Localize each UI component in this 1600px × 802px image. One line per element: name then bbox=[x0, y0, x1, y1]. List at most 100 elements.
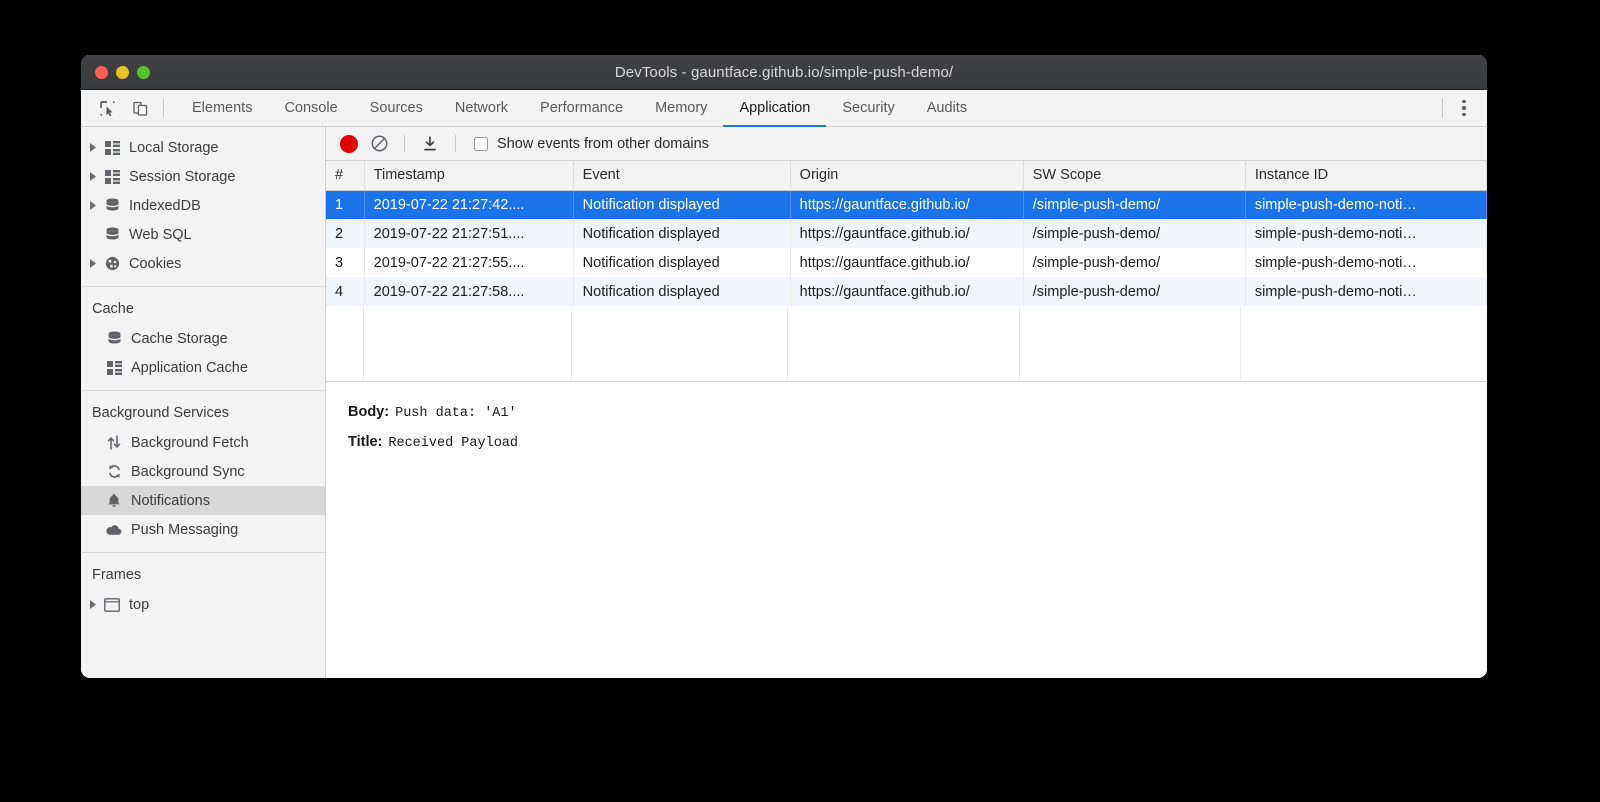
kebab-menu-icon[interactable] bbox=[1455, 98, 1473, 118]
expand-arrow-icon[interactable] bbox=[85, 201, 101, 210]
sidebar-item-cache-storage[interactable]: Cache Storage bbox=[81, 324, 325, 353]
frame-icon bbox=[101, 598, 123, 612]
tab-label: Performance bbox=[540, 100, 623, 116]
tab-network[interactable]: Network bbox=[439, 90, 524, 126]
application-sidebar: Local Storage Session Storage bbox=[81, 127, 326, 678]
tab-label: Memory bbox=[655, 100, 707, 116]
cell-index: 3 bbox=[326, 248, 364, 277]
show-other-domains-checkbox[interactable] bbox=[474, 137, 488, 151]
cell-event: Notification displayed bbox=[573, 219, 790, 248]
panel-tabs: Elements Console Sources Network Perform… bbox=[164, 90, 1442, 126]
events-table: # Timestamp Event Origin SW Scope Instan… bbox=[326, 161, 1487, 306]
sidebar-item-label: Cookies bbox=[129, 256, 181, 272]
minimize-button[interactable] bbox=[116, 66, 129, 79]
toolbar-divider bbox=[404, 135, 405, 152]
sidebar-item-label: Cache Storage bbox=[131, 331, 228, 347]
empty-col-origin bbox=[788, 306, 1020, 381]
bell-icon bbox=[103, 493, 125, 508]
tabbar-right-divider bbox=[1442, 98, 1443, 118]
detail-value-title: Received Payload bbox=[388, 436, 518, 451]
cell-origin: https://gauntface.github.io/ bbox=[790, 219, 1023, 248]
up-down-arrows-icon bbox=[103, 435, 125, 450]
column-header-event[interactable]: Event bbox=[573, 161, 790, 190]
expand-arrow-icon[interactable] bbox=[85, 172, 101, 181]
tab-console[interactable]: Console bbox=[268, 90, 353, 126]
cell-event: Notification displayed bbox=[573, 277, 790, 306]
table-storage-icon bbox=[103, 361, 125, 375]
sidebar-item-session-storage[interactable]: Session Storage bbox=[81, 162, 325, 191]
cell-timestamp: 2019-07-22 21:27:51.... bbox=[364, 219, 573, 248]
tab-label: Elements bbox=[192, 100, 252, 116]
events-table-header-row: # Timestamp Event Origin SW Scope Instan… bbox=[326, 161, 1487, 190]
table-row[interactable]: 1 2019-07-22 21:27:42.... Notification d… bbox=[326, 190, 1487, 219]
table-row[interactable]: 3 2019-07-22 21:27:55.... Notification d… bbox=[326, 248, 1487, 277]
expand-arrow-icon[interactable] bbox=[85, 143, 101, 152]
sidebar-item-label: Push Messaging bbox=[131, 522, 238, 538]
sidebar-item-local-storage[interactable]: Local Storage bbox=[81, 133, 325, 162]
events-table-head: # Timestamp Event Origin SW Scope Instan… bbox=[326, 161, 1487, 190]
tab-audits[interactable]: Audits bbox=[911, 90, 983, 126]
events-table-area: # Timestamp Event Origin SW Scope Instan… bbox=[326, 161, 1487, 382]
expand-arrow-icon[interactable] bbox=[85, 259, 101, 268]
sidebar-section-header: Cache bbox=[81, 297, 325, 324]
table-row[interactable]: 2 2019-07-22 21:27:51.... Notification d… bbox=[326, 219, 1487, 248]
clear-button[interactable] bbox=[368, 133, 390, 155]
cell-index: 1 bbox=[326, 190, 364, 219]
tab-label: Network bbox=[455, 100, 508, 116]
sidebar-section-cache: Cache Cache Storage bbox=[81, 286, 325, 382]
sidebar-item-push-messaging[interactable]: Push Messaging bbox=[81, 515, 325, 544]
tab-performance[interactable]: Performance bbox=[524, 90, 639, 126]
cell-timestamp: 2019-07-22 21:27:58.... bbox=[364, 277, 573, 306]
event-details-panel: Body: Push data: 'A1' Title: Received Pa… bbox=[326, 382, 1487, 678]
tab-application[interactable]: Application bbox=[723, 90, 826, 126]
sidebar-item-background-fetch[interactable]: Background Fetch bbox=[81, 428, 325, 457]
sidebar-item-top-frame[interactable]: top bbox=[81, 590, 325, 619]
database-icon bbox=[103, 331, 125, 346]
sidebar-item-label: Background Sync bbox=[131, 464, 245, 480]
tab-memory[interactable]: Memory bbox=[639, 90, 723, 126]
empty-col-index bbox=[326, 306, 364, 381]
expand-arrow-icon[interactable] bbox=[85, 600, 101, 609]
tab-security[interactable]: Security bbox=[826, 90, 910, 126]
maximize-button[interactable] bbox=[137, 66, 150, 79]
tab-label: Application bbox=[739, 100, 810, 116]
cell-instance-id: simple-push-demo-noti… bbox=[1245, 248, 1486, 277]
devtools-body: Local Storage Session Storage bbox=[81, 127, 1487, 678]
sidebar-item-application-cache[interactable]: Application Cache bbox=[81, 353, 325, 382]
sidebar-item-background-sync[interactable]: Background Sync bbox=[81, 457, 325, 486]
sidebar-section-frames: Frames top bbox=[81, 552, 325, 619]
sidebar-item-indexeddb[interactable]: IndexedDB bbox=[81, 191, 325, 220]
sidebar-item-web-sql[interactable]: Web SQL bbox=[81, 220, 325, 249]
column-header-origin[interactable]: Origin bbox=[790, 161, 1023, 190]
device-toolbar-icon[interactable] bbox=[130, 98, 150, 118]
cell-index: 2 bbox=[326, 219, 364, 248]
sidebar-item-notifications[interactable]: Notifications bbox=[81, 486, 325, 515]
sidebar-item-label: IndexedDB bbox=[129, 198, 201, 214]
export-button[interactable] bbox=[419, 133, 441, 155]
sidebar-section-storage: Local Storage Session Storage bbox=[81, 133, 325, 278]
notifications-panel: Show events from other domains bbox=[326, 127, 1487, 678]
tab-elements[interactable]: Elements bbox=[176, 90, 268, 126]
close-button[interactable] bbox=[95, 66, 108, 79]
column-header-index[interactable]: # bbox=[326, 161, 364, 190]
table-storage-icon bbox=[101, 141, 123, 155]
cookie-icon bbox=[101, 256, 123, 271]
sync-icon bbox=[103, 464, 125, 479]
inspect-element-icon[interactable] bbox=[97, 98, 117, 118]
cloud-icon bbox=[103, 524, 125, 536]
table-empty-area bbox=[326, 306, 1487, 381]
tab-sources[interactable]: Sources bbox=[354, 90, 439, 126]
toolbar-divider bbox=[455, 135, 456, 152]
table-storage-icon bbox=[101, 170, 123, 184]
record-button[interactable] bbox=[340, 135, 358, 153]
sidebar-item-label: Local Storage bbox=[129, 140, 218, 156]
column-header-instance-id[interactable]: Instance ID bbox=[1245, 161, 1486, 190]
column-header-timestamp[interactable]: Timestamp bbox=[364, 161, 573, 190]
cell-origin: https://gauntface.github.io/ bbox=[790, 277, 1023, 306]
show-other-domains-toggle[interactable]: Show events from other domains bbox=[474, 136, 709, 152]
sidebar-section-header: Background Services bbox=[81, 401, 325, 428]
column-header-sw-scope[interactable]: SW Scope bbox=[1023, 161, 1245, 190]
sidebar-item-cookies[interactable]: Cookies bbox=[81, 249, 325, 278]
cell-origin: https://gauntface.github.io/ bbox=[790, 248, 1023, 277]
table-row[interactable]: 4 2019-07-22 21:27:58.... Notification d… bbox=[326, 277, 1487, 306]
